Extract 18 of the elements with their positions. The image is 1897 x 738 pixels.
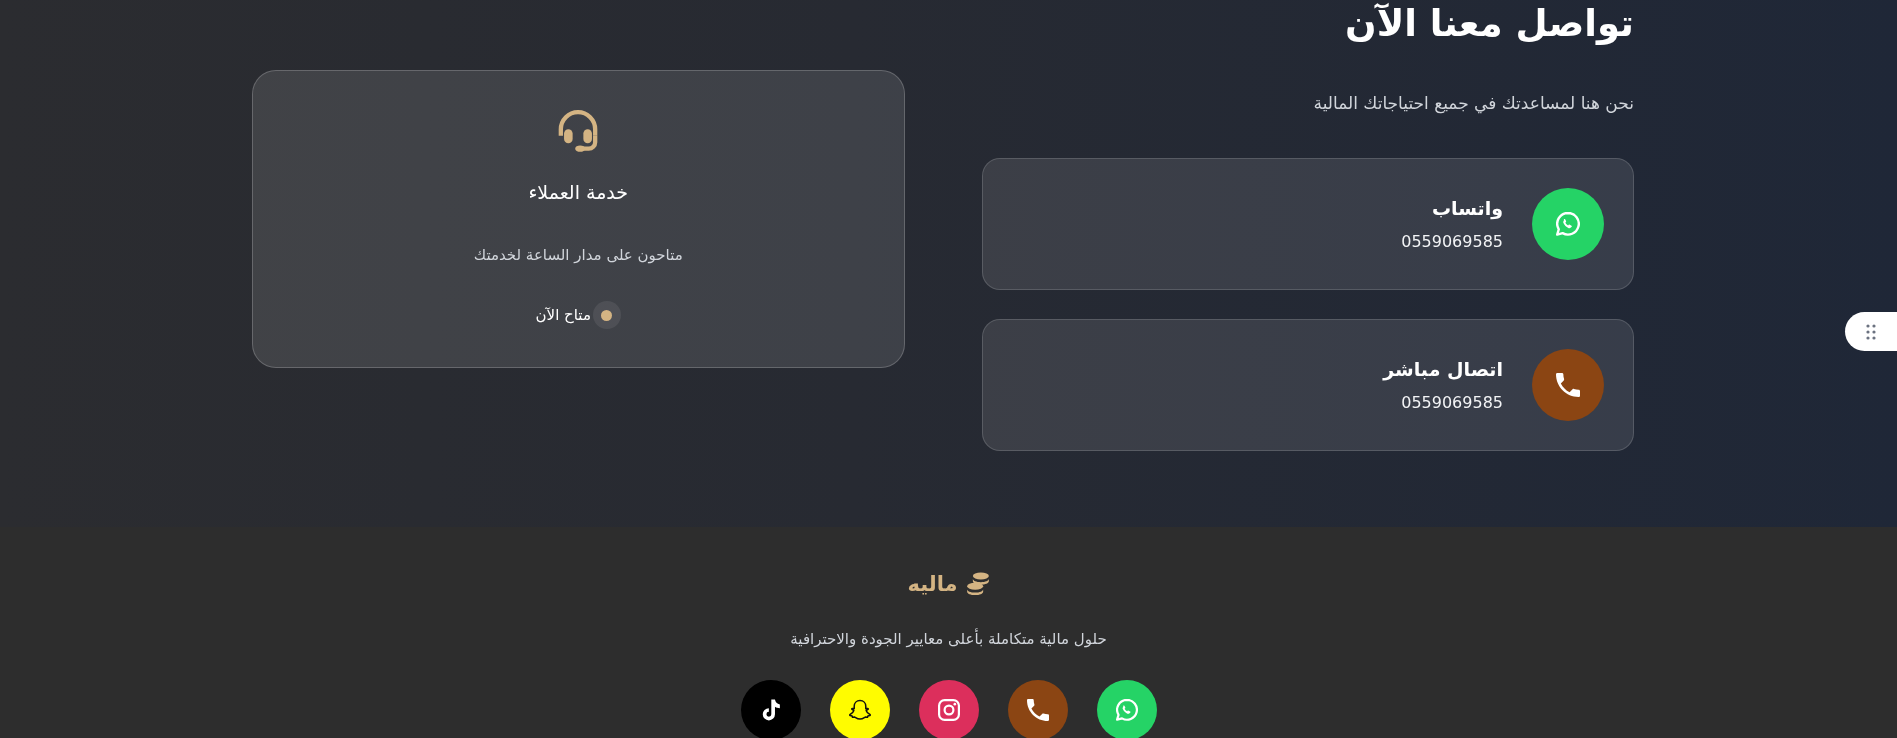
contact-title: اتصال مباشر: [1383, 357, 1503, 383]
phone-number: 0559069585: [1401, 231, 1503, 253]
ghost-icon: [848, 699, 871, 721]
chat-bubble-phone-icon: [1115, 699, 1138, 721]
phone-icon: [1026, 699, 1049, 721]
grip-dots-icon: [1866, 323, 1876, 340]
camera-icon: [937, 699, 960, 721]
support-title: خدمة العملاء: [528, 180, 629, 205]
drag-handle[interactable]: [1845, 312, 1897, 351]
phone-number: 0559069585: [1401, 392, 1503, 414]
coins-icon: [965, 572, 990, 596]
brand-name: ماليه: [907, 571, 958, 598]
section-title: تواصل معنا الآن: [1344, 1, 1634, 47]
contact-title: واتساب: [1431, 196, 1503, 222]
status-label: متاح الآن: [535, 305, 591, 326]
support-description: متاحون على مدار الساعة لخدمتك: [473, 245, 683, 266]
section-subtitle: نحن هنا لمساعدتك في جميع احتياجاتك المالية: [1312, 92, 1634, 116]
footer-tagline: حلول مالية متكاملة بأعلى معايير الجودة والاحترافية: [790, 627, 1107, 650]
